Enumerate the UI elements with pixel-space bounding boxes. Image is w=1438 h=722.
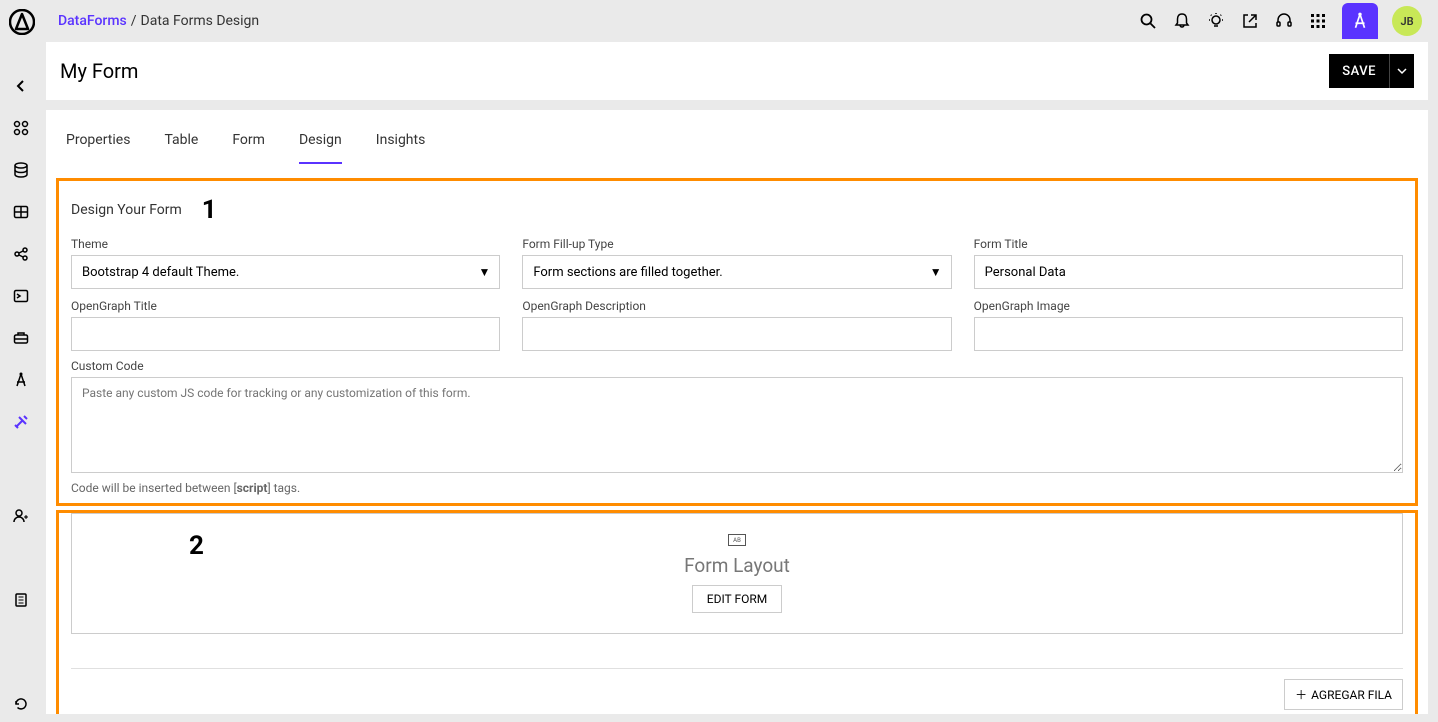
save-dropdown-icon[interactable]	[1389, 54, 1414, 88]
custom-code-textarea[interactable]	[71, 377, 1403, 473]
add-row-button[interactable]: ＋ AGREGAR FILA	[1284, 679, 1403, 710]
custom-code-hint: Code will be inserted between [script] t…	[71, 481, 1403, 495]
tools-icon[interactable]	[11, 412, 31, 432]
breadcrumb-current: Data Forms Design	[141, 13, 260, 29]
og-title-field: OpenGraph Title	[71, 299, 500, 351]
tab-properties[interactable]: Properties	[66, 132, 130, 164]
tabs: Properties Table Form Design Insights	[46, 110, 1428, 164]
edit-form-button[interactable]: EDIT FORM	[692, 585, 782, 613]
search-icon[interactable]	[1138, 11, 1158, 31]
tab-form[interactable]: Form	[232, 132, 265, 164]
users-icon[interactable]	[11, 506, 31, 526]
fillup-label: Form Fill-up Type	[522, 237, 951, 251]
form-title-field: Form Title	[974, 237, 1403, 289]
book-icon[interactable]	[11, 590, 31, 610]
external-link-icon[interactable]	[1240, 11, 1260, 31]
toolbox-icon[interactable]	[11, 328, 31, 348]
breadcrumb-parent[interactable]: DataForms	[58, 13, 127, 29]
page-header: My Form SAVE	[46, 42, 1428, 100]
form-title-label: Form Title	[974, 237, 1403, 251]
layout-section-highlight: 2 AB Form Layout EDIT FORM ＋ AGREGAR FIL…	[56, 510, 1418, 714]
add-row-label: AGREGAR FILA	[1311, 688, 1392, 702]
og-image-input[interactable]	[974, 317, 1403, 351]
database-icon[interactable]	[11, 160, 31, 180]
og-desc-field: OpenGraph Description	[522, 299, 951, 351]
form-title-input[interactable]	[974, 255, 1403, 289]
og-title-input[interactable]	[71, 317, 500, 351]
form-layout-icon: AB	[728, 534, 746, 546]
callout-1: 1	[202, 195, 217, 225]
plus-icon: ＋	[1295, 686, 1307, 703]
page-title: My Form	[60, 59, 1329, 83]
breadcrumb: DataForms / Data Forms Design	[58, 13, 259, 29]
top-bar: DataForms / Data Forms Design	[42, 0, 1438, 42]
refresh-icon[interactable]	[11, 694, 31, 714]
og-image-field: OpenGraph Image	[974, 299, 1403, 351]
tab-insights[interactable]: Insights	[376, 132, 426, 164]
og-image-label: OpenGraph Image	[974, 299, 1403, 313]
theme-label: Theme	[71, 237, 500, 251]
content-panel: Properties Table Form Design Insights De…	[46, 110, 1428, 714]
fillup-select[interactable]	[522, 255, 951, 289]
design-section-title: Design Your Form	[71, 202, 182, 218]
fillup-field: Form Fill-up Type ▼	[522, 237, 951, 289]
tab-table[interactable]: Table	[164, 132, 198, 164]
save-button[interactable]: SAVE	[1329, 54, 1414, 88]
custom-code-label: Custom Code	[71, 359, 1403, 373]
apps-grid-icon[interactable]	[1308, 11, 1328, 31]
svg-text:AB: AB	[733, 537, 741, 544]
save-button-label: SAVE	[1329, 54, 1389, 88]
user-avatar[interactable]: JB	[1392, 6, 1422, 36]
theme-select[interactable]	[71, 255, 500, 289]
terminal-icon[interactable]	[11, 286, 31, 306]
design-section-highlight: Design Your Form 1 Theme ▼ Form Fill-up …	[56, 178, 1418, 506]
theme-field: Theme ▼	[71, 237, 500, 289]
apps-icon[interactable]	[11, 118, 31, 138]
callout-2: 2	[189, 531, 204, 561]
grid-icon[interactable]	[11, 202, 31, 222]
breadcrumb-separator: /	[131, 13, 137, 29]
top-right-icons: JB	[1138, 3, 1422, 39]
form-layout-placeholder: AB Form Layout EDIT FORM	[71, 513, 1403, 634]
left-sidebar	[0, 48, 42, 722]
form-layout-heading: Form Layout	[684, 554, 790, 577]
og-desc-label: OpenGraph Description	[522, 299, 951, 313]
bell-icon[interactable]	[1172, 11, 1192, 31]
lightbulb-icon[interactable]	[1206, 11, 1226, 31]
layout-bottom-bar: ＋ AGREGAR FILA	[71, 668, 1403, 710]
og-desc-input[interactable]	[522, 317, 951, 351]
compass-icon[interactable]	[11, 370, 31, 390]
share-icon[interactable]	[11, 244, 31, 264]
compass-accent-icon[interactable]	[1342, 3, 1378, 39]
og-title-label: OpenGraph Title	[71, 299, 500, 313]
collapse-icon[interactable]	[11, 76, 31, 96]
headset-icon[interactable]	[1274, 11, 1294, 31]
tab-design[interactable]: Design	[299, 132, 342, 164]
app-logo[interactable]	[8, 8, 36, 36]
